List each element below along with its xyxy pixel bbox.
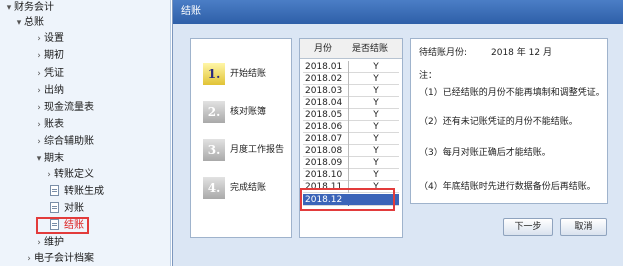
chevron-right-icon[interactable]: › bbox=[34, 66, 44, 82]
note-1: （1）已经结账的月份不能再填制和调整凭证。 bbox=[419, 88, 605, 98]
tree-item-cashier[interactable]: › 出纳 bbox=[34, 83, 64, 99]
tree-item-voucher[interactable]: › 凭证 bbox=[34, 66, 64, 82]
tree-item-opening[interactable]: › 期初 bbox=[34, 48, 64, 64]
table-row[interactable]: 2018.09 Y bbox=[303, 157, 399, 169]
step-number-icon: 4. bbox=[203, 177, 225, 199]
tree-item-e-archive[interactable]: › 电子会计档案 bbox=[24, 251, 94, 266]
dialog-title: 结账 bbox=[173, 0, 623, 24]
note-2: （2）还有未记账凭证的月份不能结账。 bbox=[419, 117, 578, 127]
table-row[interactable]: 2018.01 Y bbox=[303, 61, 399, 73]
pending-month-value: 2018 年 12 月 bbox=[491, 48, 552, 58]
chevron-right-icon[interactable]: › bbox=[34, 48, 44, 64]
tree-item-reconcile[interactable]: 对账 bbox=[50, 201, 84, 217]
nav-tree: ▾ 财务会计 ▾ 总账 › 设置 › 期初 › 凭证 › 出纳 › 现金流量表 › 账表 › 综合… bbox=[0, 0, 171, 266]
note-3: （3）每月对账正确后才能结账。 bbox=[419, 148, 551, 158]
chevron-right-icon[interactable]: › bbox=[34, 134, 44, 150]
chevron-right-icon[interactable]: › bbox=[34, 235, 44, 251]
table-row[interactable]: 2018.06 Y bbox=[303, 121, 399, 133]
document-icon bbox=[50, 201, 59, 213]
tree-item-settings[interactable]: › 设置 bbox=[34, 31, 64, 47]
highlight-frame bbox=[300, 188, 395, 211]
next-button[interactable]: 下一步 bbox=[503, 218, 553, 236]
step-number-icon: 1. bbox=[203, 63, 225, 85]
table-row[interactable]: 2018.10 Y bbox=[303, 169, 399, 181]
tree-item-transfer-define[interactable]: › 转账定义 bbox=[44, 167, 94, 183]
table-row[interactable]: 2018.08 Y bbox=[303, 145, 399, 157]
document-icon bbox=[50, 184, 59, 196]
column-header-closed: 是否结账 bbox=[352, 44, 389, 54]
tree-item-finance[interactable]: ▾ 财务会计 bbox=[4, 0, 54, 16]
close-account-dialog: 结账 1. 开始结账 2. 核对账簿 3. 月度工作报告 4. 完成结账 月份 … bbox=[172, 0, 623, 266]
table-row[interactable]: 2018.07 Y bbox=[303, 133, 399, 145]
tree-item-reports[interactable]: › 账表 bbox=[34, 117, 64, 133]
chevron-right-icon[interactable]: › bbox=[34, 31, 44, 47]
table-row[interactable]: 2018.05 Y bbox=[303, 109, 399, 121]
table-row[interactable]: 2018.03 Y bbox=[303, 85, 399, 97]
chevron-right-icon[interactable]: › bbox=[34, 117, 44, 133]
tree-item-general-ledger[interactable]: ▾ 总账 bbox=[14, 15, 44, 31]
table-header: 月份 是否结账 bbox=[300, 39, 402, 59]
note-title: 注： bbox=[419, 71, 438, 81]
tree-item-period-end[interactable]: ▾ 期末 bbox=[34, 151, 64, 167]
chevron-down-icon[interactable]: ▾ bbox=[34, 151, 44, 167]
tree-item-transfer-generate[interactable]: 转账生成 bbox=[50, 184, 104, 200]
period-table: 月份 是否结账 2018.01 Y 2018.02 Y 2018.03 Y 2018.… bbox=[299, 38, 403, 238]
chevron-right-icon[interactable]: › bbox=[24, 251, 34, 266]
cancel-button[interactable]: 取消 bbox=[560, 218, 607, 236]
tree-item-maintenance[interactable]: › 维护 bbox=[34, 235, 64, 251]
step-number-icon: 2. bbox=[203, 101, 225, 123]
chevron-right-icon[interactable]: › bbox=[34, 100, 44, 116]
tree-item-cash-flow[interactable]: › 现金流量表 bbox=[34, 100, 94, 116]
steps-panel: 1. 开始结账 2. 核对账簿 3. 月度工作报告 4. 完成结账 bbox=[190, 38, 292, 238]
table-row[interactable]: 2018.02 Y bbox=[303, 73, 399, 85]
chevron-down-icon[interactable]: ▾ bbox=[4, 0, 14, 16]
chevron-right-icon[interactable]: › bbox=[44, 167, 54, 183]
info-panel: 待结账月份: 2018 年 12 月 注： （1）已经结账的月份不能再填制和调整… bbox=[410, 38, 608, 204]
pending-month-label: 待结账月份: bbox=[419, 48, 468, 58]
step-number-icon: 3. bbox=[203, 139, 225, 161]
note-4: （4）年底结账时先进行数据备份后再结账。 bbox=[419, 182, 596, 192]
column-header-month: 月份 bbox=[314, 44, 333, 54]
chevron-right-icon[interactable]: › bbox=[34, 83, 44, 99]
table-row[interactable]: 2018.04 Y bbox=[303, 97, 399, 109]
tree-item-aux-ledger[interactable]: › 综合辅助账 bbox=[34, 134, 94, 150]
highlight-frame bbox=[36, 217, 89, 234]
chevron-down-icon[interactable]: ▾ bbox=[14, 15, 24, 31]
